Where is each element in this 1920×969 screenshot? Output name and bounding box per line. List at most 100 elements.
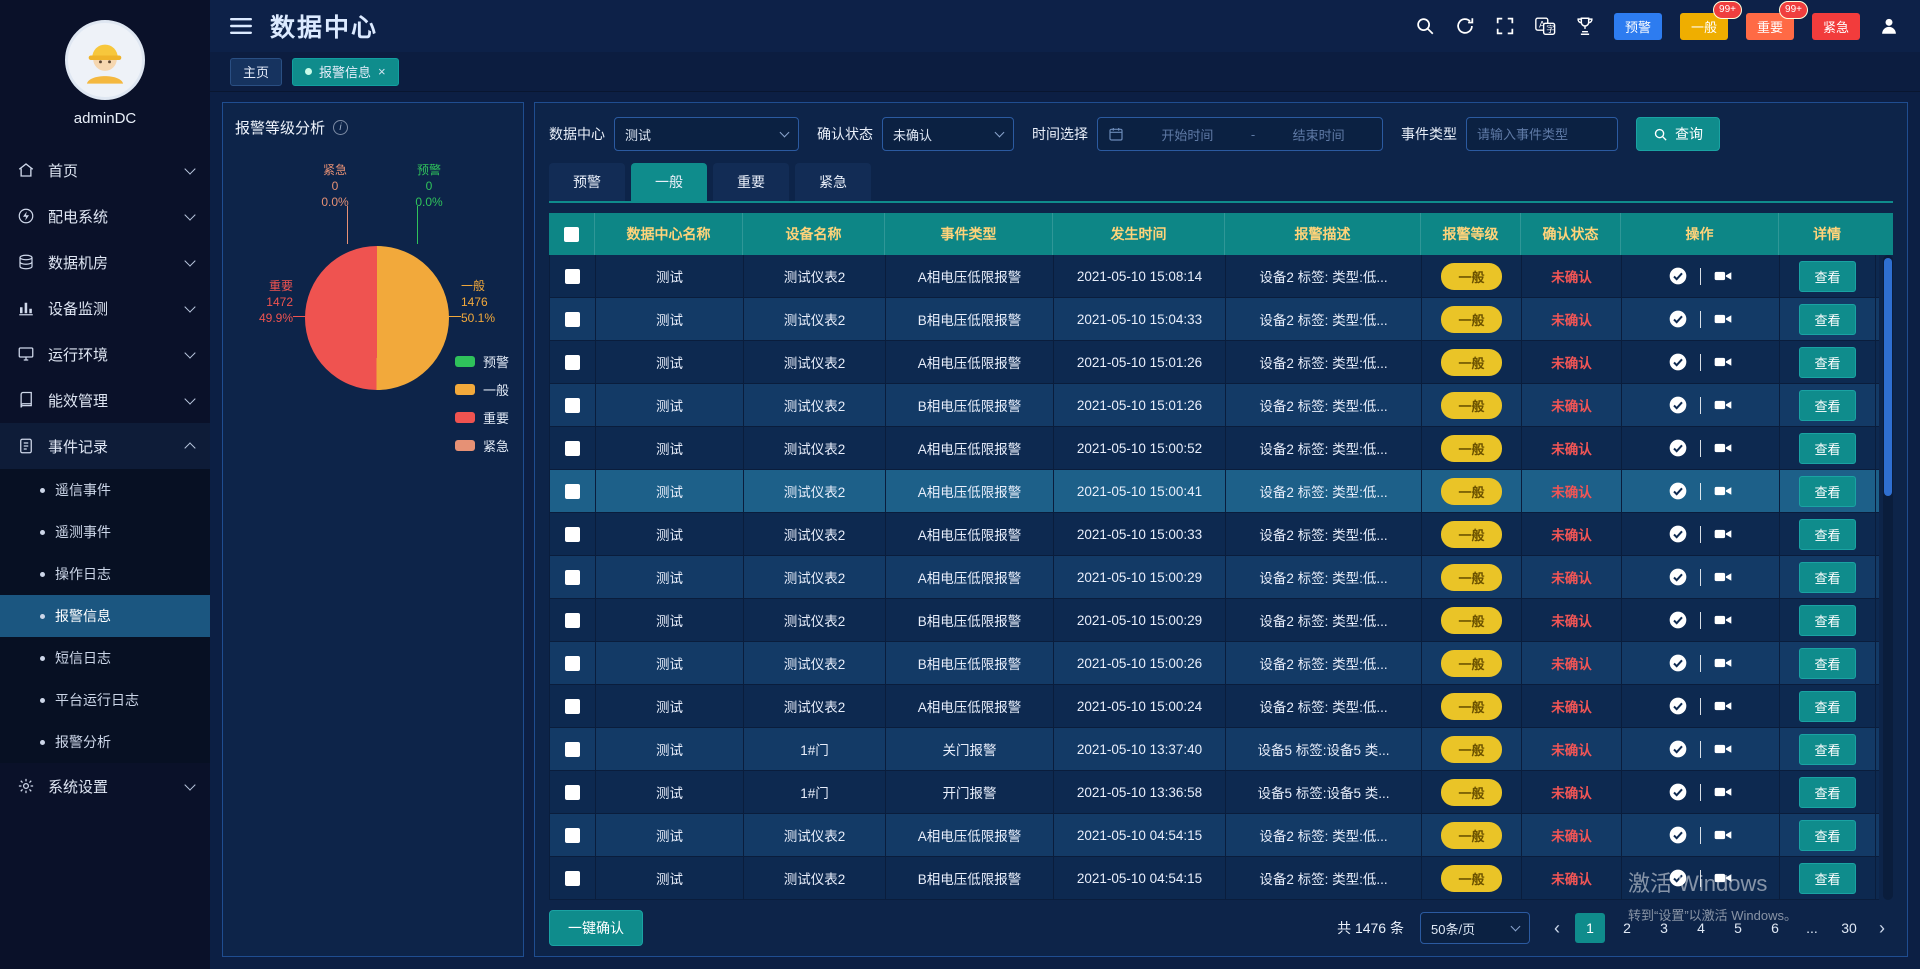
- row-checkbox[interactable]: [565, 441, 580, 456]
- camera-icon[interactable]: [1713, 524, 1733, 544]
- row-checkbox[interactable]: [565, 871, 580, 886]
- date-range-picker[interactable]: 开始时间 - 结束时间: [1097, 117, 1383, 151]
- camera-icon[interactable]: [1713, 309, 1733, 329]
- sidebar-item-alarm-analysis[interactable]: 报警分析: [0, 721, 210, 763]
- row-checkbox[interactable]: [565, 828, 580, 843]
- next-page-button[interactable]: ›: [1871, 918, 1893, 939]
- legend-item-major[interactable]: 重要: [455, 408, 509, 427]
- scrollbar-thumb[interactable]: [1884, 258, 1892, 496]
- page-button[interactable]: 6: [1760, 913, 1790, 943]
- warning-level-badge[interactable]: 预警: [1614, 13, 1662, 40]
- datacenter-select[interactable]: 测试: [614, 117, 799, 151]
- view-button[interactable]: 查看: [1799, 390, 1855, 421]
- page-ellipsis[interactable]: ...: [1797, 913, 1827, 943]
- sidebar-item-event-records[interactable]: 事件记录: [0, 423, 210, 469]
- tab-alarm-info[interactable]: 报警信息 ×: [292, 58, 399, 86]
- table-row[interactable]: 测试测试仪表2B相电压低限报警2021-05-10 15:04:33设备2 标签…: [549, 298, 1879, 341]
- sidebar-item-alarm-info[interactable]: 报警信息: [0, 595, 210, 637]
- scrollbar-track[interactable]: [1883, 255, 1893, 900]
- page-button[interactable]: 1: [1575, 913, 1605, 943]
- confirm-icon[interactable]: [1668, 524, 1688, 544]
- confirm-icon[interactable]: [1668, 825, 1688, 845]
- page-button[interactable]: 3: [1649, 913, 1679, 943]
- confirm-icon[interactable]: [1668, 352, 1688, 372]
- row-checkbox[interactable]: [565, 527, 580, 542]
- close-icon[interactable]: ×: [378, 64, 386, 79]
- refresh-icon[interactable]: [1454, 15, 1476, 37]
- sidebar-item-environment[interactable]: 运行环境: [0, 331, 210, 377]
- page-button[interactable]: 30: [1834, 913, 1864, 943]
- confirm-icon[interactable]: [1668, 481, 1688, 501]
- page-size-select[interactable]: 50条/页: [1420, 912, 1530, 944]
- tab-urgent[interactable]: 紧急: [795, 163, 871, 201]
- camera-icon[interactable]: [1713, 868, 1733, 888]
- normal-level-badge[interactable]: 一般99+: [1680, 13, 1728, 40]
- table-row[interactable]: 测试测试仪表2B相电压低限报警2021-05-10 15:01:26设备2 标签…: [549, 384, 1879, 427]
- confirm-icon[interactable]: [1668, 696, 1688, 716]
- row-checkbox[interactable]: [565, 269, 580, 284]
- sidebar-item-platform-log[interactable]: 平台运行日志: [0, 679, 210, 721]
- table-row[interactable]: 测试1#门关门报警2021-05-10 13:37:40设备5 标签:设备5 类…: [549, 728, 1879, 771]
- sidebar-item-telesignal-events[interactable]: 遥信事件: [0, 469, 210, 511]
- user-icon[interactable]: [1878, 15, 1900, 37]
- confirm-icon[interactable]: [1668, 610, 1688, 630]
- avatar[interactable]: [65, 20, 145, 100]
- sidebar-item-data-room[interactable]: 数据机房: [0, 239, 210, 285]
- row-checkbox[interactable]: [565, 785, 580, 800]
- select-all-checkbox[interactable]: [564, 227, 579, 242]
- view-button[interactable]: 查看: [1799, 863, 1855, 894]
- page-button[interactable]: 4: [1686, 913, 1716, 943]
- table-row[interactable]: 测试测试仪表2A相电压低限报警2021-05-10 15:00:33设备2 标签…: [549, 513, 1879, 556]
- view-button[interactable]: 查看: [1799, 820, 1855, 851]
- start-time-placeholder[interactable]: 开始时间: [1134, 125, 1241, 144]
- table-row[interactable]: 测试测试仪表2B相电压低限报警2021-05-10 15:00:29设备2 标签…: [549, 599, 1879, 642]
- sidebar-item-sms-log[interactable]: 短信日志: [0, 637, 210, 679]
- view-button[interactable]: 查看: [1799, 734, 1855, 765]
- confirm-icon[interactable]: [1668, 395, 1688, 415]
- view-button[interactable]: 查看: [1799, 476, 1855, 507]
- table-row[interactable]: 测试测试仪表2A相电压低限报警2021-05-10 15:00:29设备2 标签…: [549, 556, 1879, 599]
- camera-icon[interactable]: [1713, 653, 1733, 673]
- table-row[interactable]: 测试测试仪表2A相电压低限报警2021-05-10 15:01:26设备2 标签…: [549, 341, 1879, 384]
- view-button[interactable]: 查看: [1799, 519, 1855, 550]
- table-row[interactable]: 测试测试仪表2A相电压低限报警2021-05-10 15:08:14设备2 标签…: [549, 255, 1879, 298]
- table-row[interactable]: 测试测试仪表2A相电压低限报警2021-05-10 15:00:24设备2 标签…: [549, 685, 1879, 728]
- row-checkbox[interactable]: [565, 699, 580, 714]
- event-type-input[interactable]: [1466, 117, 1618, 151]
- prev-page-button[interactable]: ‹: [1546, 918, 1568, 939]
- page-button[interactable]: 5: [1723, 913, 1753, 943]
- camera-icon[interactable]: [1713, 395, 1733, 415]
- sidebar-item-home[interactable]: 首页: [0, 147, 210, 193]
- camera-icon[interactable]: [1713, 481, 1733, 501]
- table-row[interactable]: 测试测试仪表2A相电压低限报警2021-05-10 15:00:52设备2 标签…: [549, 427, 1879, 470]
- sidebar-item-operation-log[interactable]: 操作日志: [0, 553, 210, 595]
- sidebar-item-settings[interactable]: 系统设置: [0, 763, 210, 809]
- row-checkbox[interactable]: [565, 570, 580, 585]
- confirm-icon[interactable]: [1668, 868, 1688, 888]
- camera-icon[interactable]: [1713, 266, 1733, 286]
- row-checkbox[interactable]: [565, 742, 580, 757]
- camera-icon[interactable]: [1713, 610, 1733, 630]
- sidebar-item-power-system[interactable]: 配电系统: [0, 193, 210, 239]
- camera-icon[interactable]: [1713, 567, 1733, 587]
- search-icon[interactable]: [1414, 15, 1436, 37]
- view-button[interactable]: 查看: [1799, 777, 1855, 808]
- confirm-icon[interactable]: [1668, 567, 1688, 587]
- search-button[interactable]: 查询: [1636, 117, 1720, 151]
- table-row[interactable]: 测试测试仪表2A相电压低限报警2021-05-10 15:00:41设备2 标签…: [549, 470, 1879, 513]
- camera-icon[interactable]: [1713, 782, 1733, 802]
- row-checkbox[interactable]: [565, 613, 580, 628]
- sidebar-item-telemetry-events[interactable]: 遥测事件: [0, 511, 210, 553]
- confirm-all-button[interactable]: 一键确认: [549, 910, 643, 946]
- view-button[interactable]: 查看: [1799, 605, 1855, 636]
- row-checkbox[interactable]: [565, 656, 580, 671]
- camera-icon[interactable]: [1713, 825, 1733, 845]
- tab-warning[interactable]: 预警: [549, 163, 625, 201]
- table-row[interactable]: 测试测试仪表2A相电压低限报警2021-05-10 04:54:15设备2 标签…: [549, 814, 1879, 857]
- table-row[interactable]: 测试测试仪表2B相电压低限报警2021-05-10 15:00:26设备2 标签…: [549, 642, 1879, 685]
- legend-item-normal[interactable]: 一般: [455, 380, 509, 399]
- table-row[interactable]: 测试1#门开门报警2021-05-10 13:36:58设备5 标签:设备5 类…: [549, 771, 1879, 814]
- row-checkbox[interactable]: [565, 398, 580, 413]
- view-button[interactable]: 查看: [1799, 648, 1855, 679]
- end-time-placeholder[interactable]: 结束时间: [1265, 125, 1372, 144]
